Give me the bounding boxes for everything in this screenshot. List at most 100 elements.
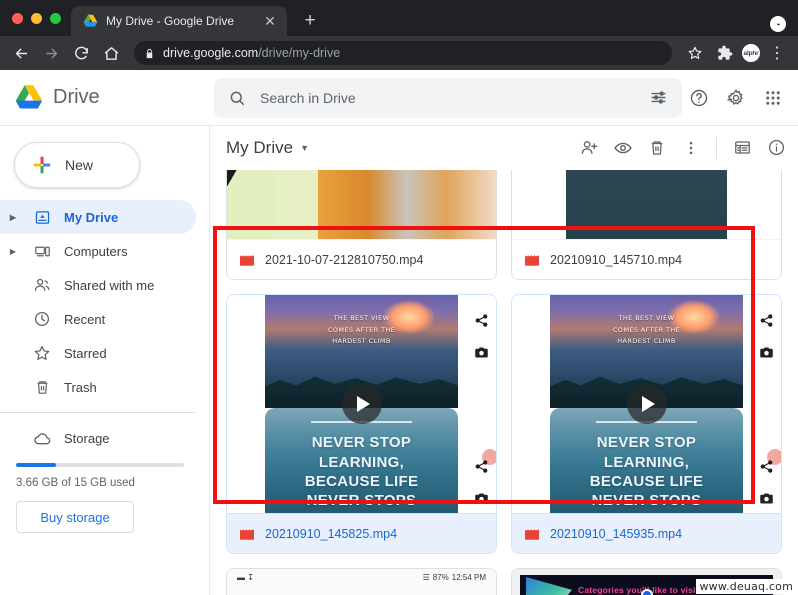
window-traffic-lights bbox=[10, 0, 71, 36]
new-button[interactable]: New bbox=[14, 142, 140, 188]
settings-gear-icon[interactable] bbox=[719, 81, 753, 115]
search-icon bbox=[228, 89, 246, 107]
sidebar-item-recent[interactable]: Recent bbox=[0, 302, 196, 336]
file-name: 2021-10-07-212810750.mp4 bbox=[265, 253, 423, 267]
search-input[interactable]: Search in Drive bbox=[214, 78, 682, 118]
breadcrumb[interactable]: My Drive ▼ bbox=[226, 138, 309, 158]
bookmark-star-icon[interactable] bbox=[682, 40, 708, 66]
storage-progress-fill bbox=[16, 463, 56, 467]
quote-video-thumb: THE BEST VIEWCOMES AFTER THEHARDEST CLIM… bbox=[227, 295, 496, 513]
expand-caret-icon[interactable]: ▶ bbox=[6, 213, 20, 222]
camera-icon[interactable] bbox=[470, 341, 492, 363]
sidebar: New ▶ My Drive ▶ Computers bbox=[0, 126, 210, 595]
drive-header: Drive Search in Drive bbox=[0, 70, 798, 126]
new-tab-button[interactable]: + bbox=[299, 10, 321, 32]
maximize-window-button[interactable] bbox=[50, 13, 61, 24]
storage-progress-bar bbox=[16, 463, 184, 467]
expand-caret-icon[interactable]: ▶ bbox=[6, 247, 20, 256]
address-bar[interactable]: drive.google.com/drive/my-drive bbox=[134, 41, 672, 65]
info-icon[interactable] bbox=[760, 132, 792, 164]
file-thumbnail bbox=[227, 170, 496, 239]
camera-icon[interactable] bbox=[755, 341, 777, 363]
toolbar-separator bbox=[716, 137, 717, 159]
minimize-window-button[interactable] bbox=[31, 13, 42, 24]
play-icon[interactable] bbox=[627, 384, 667, 424]
play-icon[interactable] bbox=[342, 384, 382, 424]
breadcrumb-label: My Drive bbox=[226, 138, 293, 158]
share-icon[interactable] bbox=[470, 455, 492, 477]
camera-icon[interactable] bbox=[755, 487, 777, 509]
profile-avatar[interactable]: alphr bbox=[742, 44, 760, 62]
camera-icon[interactable] bbox=[470, 487, 492, 509]
home-button[interactable] bbox=[98, 40, 124, 66]
file-card[interactable]: ▬ ↧ ☰ 87% 12:54 PM ‹ bbox=[226, 568, 497, 595]
slide-ribbon-shape bbox=[526, 577, 572, 595]
preview-eye-icon[interactable] bbox=[607, 132, 639, 164]
sidebar-item-shared-with-me[interactable]: Shared with me bbox=[0, 268, 196, 302]
my-drive-icon bbox=[32, 209, 52, 226]
sidebar-item-storage[interactable]: Storage bbox=[0, 421, 196, 455]
sidebar-item-label: Shared with me bbox=[64, 278, 154, 293]
rotate-handle[interactable] bbox=[641, 589, 653, 595]
google-apps-grid-icon[interactable] bbox=[756, 81, 790, 115]
list-view-icon[interactable] bbox=[726, 132, 758, 164]
trash-icon[interactable] bbox=[641, 132, 673, 164]
file-card[interactable]: 20210910_145710.mp4 bbox=[511, 170, 782, 280]
video-file-icon bbox=[524, 253, 540, 267]
chevron-down-icon[interactable]: ▼ bbox=[300, 143, 309, 153]
chevron-down-icon[interactable] bbox=[770, 16, 786, 32]
file-card-footer: 2021-10-07-212810750.mp4 bbox=[227, 239, 496, 279]
more-vertical-icon[interactable] bbox=[675, 132, 707, 164]
sidebar-item-computers[interactable]: ▶ Computers bbox=[0, 234, 196, 268]
thumb-overlay-bottom bbox=[470, 455, 492, 509]
storage-label: Storage bbox=[64, 431, 110, 446]
add-person-icon[interactable] bbox=[573, 132, 605, 164]
video-file-icon bbox=[524, 527, 540, 541]
file-card[interactable]: 2021-10-07-212810750.mp4 bbox=[226, 170, 497, 280]
url-path: /drive/my-drive bbox=[258, 46, 340, 60]
share-icon[interactable] bbox=[755, 309, 777, 331]
sidebar-item-trash[interactable]: Trash bbox=[0, 370, 196, 404]
close-window-button[interactable] bbox=[12, 13, 23, 24]
back-button[interactable] bbox=[8, 40, 34, 66]
browser-menu-button[interactable]: ⋮ bbox=[764, 40, 790, 66]
sidebar-item-label: My Drive bbox=[64, 210, 118, 225]
file-grid-scroll-area[interactable]: 2021-10-07-212810750.mp4 bbox=[210, 170, 798, 595]
sidebar-item-my-drive[interactable]: ▶ My Drive bbox=[0, 200, 196, 234]
computers-icon bbox=[32, 243, 52, 260]
android-screenshot-thumb: ▬ ↧ ☰ 87% 12:54 PM ‹ bbox=[227, 569, 496, 595]
sea-quote-text: NEVER STOP LEARNING, BECAUSE LIFE NEVER … bbox=[550, 433, 743, 510]
main-toolbar-actions bbox=[573, 132, 792, 164]
wifi-icon: ☰ bbox=[423, 573, 430, 582]
browser-window: My Drive - Google Drive ✕ + drive.goo bbox=[0, 0, 798, 595]
browser-tab[interactable]: My Drive - Google Drive ✕ bbox=[71, 6, 287, 36]
reload-button[interactable] bbox=[68, 40, 94, 66]
file-card-selected[interactable]: THE BEST VIEWCOMES AFTER THEHARDEST CLIM… bbox=[511, 294, 782, 554]
extensions-puzzle-icon[interactable] bbox=[712, 40, 738, 66]
thumb-overlay-top bbox=[755, 309, 777, 363]
sidebar-item-label: Recent bbox=[64, 312, 105, 327]
google-drive-icon bbox=[83, 14, 98, 28]
status-right-icons: ☰ 87% 12:54 PM bbox=[423, 573, 486, 582]
clock-time: 12:54 PM bbox=[452, 573, 486, 582]
tune-icon[interactable] bbox=[649, 88, 668, 107]
tab-strip: My Drive - Google Drive ✕ + bbox=[0, 0, 798, 36]
file-name: 20210910_145710.mp4 bbox=[550, 253, 682, 267]
browser-toolbar: drive.google.com/drive/my-drive alphr ⋮ bbox=[0, 36, 798, 70]
storage-usage-text: 3.66 GB of 15 GB used bbox=[0, 477, 210, 489]
file-card-selected[interactable]: THE BEST VIEWCOMES AFTER THEHARDEST CLIM… bbox=[226, 294, 497, 554]
video-file-icon bbox=[239, 527, 255, 541]
quote-video-thumb: THE BEST VIEWCOMES AFTER THEHARDEST CLIM… bbox=[512, 295, 781, 513]
sidebar-item-starred[interactable]: Starred bbox=[0, 336, 196, 370]
file-thumbnail: THE BEST VIEWCOMES AFTER THEHARDEST CLIM… bbox=[512, 295, 781, 513]
share-icon[interactable] bbox=[470, 309, 492, 331]
star-icon bbox=[32, 344, 52, 362]
clock-icon bbox=[32, 310, 52, 328]
android-app-bar: ‹ APPS bbox=[227, 585, 496, 595]
forward-button[interactable] bbox=[38, 40, 64, 66]
close-tab-button[interactable]: ✕ bbox=[261, 12, 279, 30]
share-icon[interactable] bbox=[755, 455, 777, 477]
drive-brand[interactable]: Drive bbox=[0, 84, 210, 111]
help-icon[interactable] bbox=[682, 81, 716, 115]
buy-storage-button[interactable]: Buy storage bbox=[16, 501, 134, 533]
